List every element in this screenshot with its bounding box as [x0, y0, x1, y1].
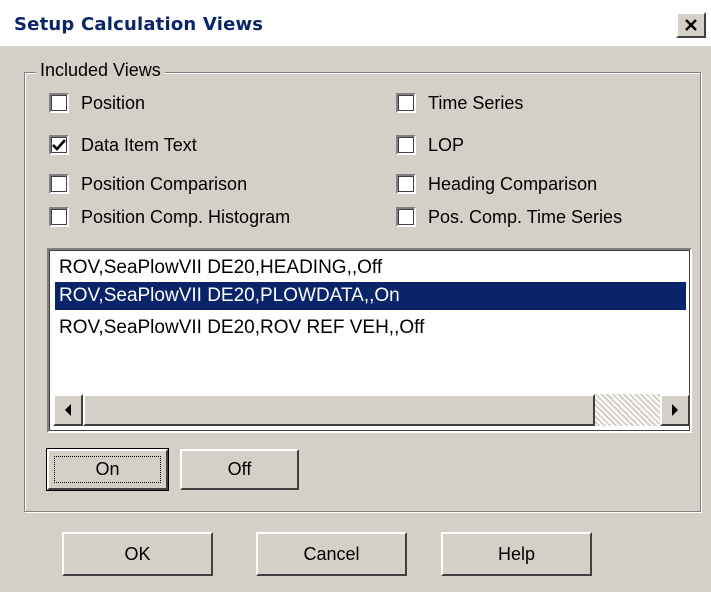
scroll-right-button[interactable] [660, 394, 690, 426]
data-item-text-checkbox-box[interactable] [49, 135, 69, 155]
check-icon [52, 139, 66, 151]
setup-calculation-views-dialog: Setup Calculation Views Included Views P… [0, 0, 711, 592]
checkbox-label: Position Comparison [81, 173, 248, 194]
on-button[interactable]: On [46, 448, 169, 491]
close-button[interactable] [676, 12, 706, 38]
time-series-checkbox-box[interactable] [396, 93, 416, 113]
scroll-left-button[interactable] [53, 394, 83, 426]
scrollbar-track[interactable] [595, 394, 660, 426]
heading-comparison-checkbox-box[interactable] [396, 174, 416, 194]
checkbox-label: Time Series [428, 92, 524, 113]
checkbox-data-item-text[interactable]: Data Item Text [49, 131, 197, 159]
arrow-left-icon [65, 404, 71, 416]
off-button-label: Off [227, 459, 252, 479]
checkbox-heading-comparison[interactable]: Heading Comparison [396, 170, 597, 198]
position-comp-histogram-checkbox-box[interactable] [49, 207, 69, 227]
position-checkbox-box[interactable] [49, 93, 69, 113]
checkbox-time-series[interactable]: Time Series [396, 89, 523, 117]
title-bar[interactable]: Setup Calculation Views [0, 0, 711, 47]
checkbox-position-comp-histogram[interactable]: Position Comp. Histogram [49, 203, 290, 231]
cancel-button[interactable]: Cancel [256, 532, 407, 576]
included-views-label: Included Views [36, 60, 165, 81]
checkbox-label: Data Item Text [81, 134, 197, 155]
close-icon [685, 19, 697, 31]
checkbox-label: Position Comp. Histogram [81, 206, 291, 227]
scrollbar-thumb[interactable] [83, 394, 595, 426]
checkbox-position[interactable]: Position [49, 89, 145, 117]
arrow-right-icon [672, 404, 678, 416]
pos-comp-time-series-checkbox-box[interactable] [396, 207, 416, 227]
checkbox-pos-comp-time-series[interactable]: Pos. Comp. Time Series [396, 203, 622, 231]
views-listbox[interactable]: ROV,SeaPlowVII DE20,HEADING,,Off ROV,Sea… [47, 248, 692, 433]
cancel-button-label: Cancel [303, 543, 360, 564]
ok-button[interactable]: OK [62, 532, 213, 576]
help-button[interactable]: Help [441, 532, 592, 576]
help-button-label: Help [497, 543, 536, 564]
position-comparison-checkbox-box[interactable] [49, 174, 69, 194]
dialog-title: Setup Calculation Views [14, 14, 264, 35]
checkbox-position-comparison[interactable]: Position Comparison [49, 170, 247, 198]
ok-button-label: OK [124, 543, 151, 564]
checkbox-label: LOP [428, 134, 465, 155]
list-item-selected[interactable]: ROV,SeaPlowVII DE20,PLOWDATA,,On [55, 282, 686, 310]
checkbox-label: Pos. Comp. Time Series [428, 206, 623, 227]
focus-indicator [54, 456, 161, 483]
checkbox-lop[interactable]: LOP [396, 131, 464, 159]
off-button[interactable]: Off [180, 449, 299, 490]
list-item[interactable]: ROV,SeaPlowVII DE20,ROV REF VEH,,Off [55, 314, 686, 342]
list-item[interactable]: ROV,SeaPlowVII DE20,HEADING,,Off [55, 254, 686, 282]
checkbox-label: Position [81, 92, 146, 113]
lop-checkbox-box[interactable] [396, 135, 416, 155]
horizontal-scrollbar[interactable] [53, 394, 690, 426]
checkbox-label: Heading Comparison [428, 173, 598, 194]
